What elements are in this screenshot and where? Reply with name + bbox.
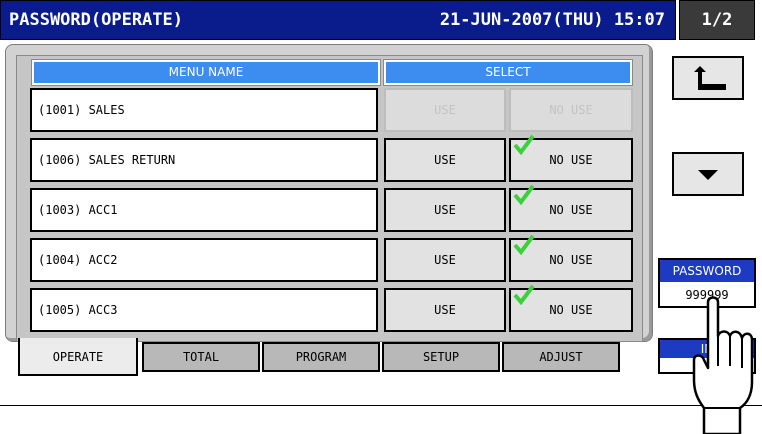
checkmark-icon — [513, 284, 535, 306]
tab-total[interactable]: TOTAL — [142, 342, 260, 372]
checkmark-icon — [513, 134, 535, 156]
no-use-button[interactable]: NO USE — [509, 184, 633, 232]
checkmark-icon — [513, 234, 535, 256]
use-button[interactable]: USE — [384, 288, 506, 332]
page-indicator: 1/2 — [679, 0, 755, 40]
use-button[interactable]: USE — [384, 88, 506, 132]
no-use-button[interactable]: NO USE — [509, 88, 633, 132]
password-label: PASSWORD — [660, 260, 754, 283]
menu-row-name: (1004) ACC2 — [30, 238, 378, 282]
column-header-select: SELECT — [384, 60, 632, 85]
menu-row-name: (1003) ACC1 — [30, 188, 378, 232]
menu-row-name: (1006) SALES RETURN — [30, 138, 378, 182]
tab-setup[interactable]: SETUP — [382, 342, 500, 372]
pointing-hand-icon — [692, 296, 754, 434]
tab-adjust[interactable]: ADJUST — [502, 342, 620, 372]
tab-program[interactable]: PROGRAM — [262, 342, 380, 372]
scroll-down-button[interactable] — [672, 152, 744, 196]
no-use-label: NO USE — [549, 303, 593, 317]
use-button[interactable]: USE — [384, 188, 506, 232]
no-use-button[interactable]: NO USE — [509, 284, 633, 332]
use-button[interactable]: USE — [384, 238, 506, 282]
no-use-label: NO USE — [549, 153, 593, 167]
title-bar: PASSWORD(OPERATE) 21-JUN-2007(THU) 15:07 — [0, 0, 676, 40]
tab-operate[interactable]: OPERATE — [18, 338, 138, 376]
divider — [0, 405, 762, 406]
no-use-label: NO USE — [549, 103, 593, 117]
screen-title: PASSWORD(OPERATE) — [9, 10, 183, 30]
menu-row-name: (1005) ACC3 — [30, 288, 378, 332]
back-button[interactable] — [672, 56, 744, 100]
no-use-label: NO USE — [549, 253, 593, 267]
down-arrow-icon — [698, 170, 718, 180]
back-arrow-icon — [694, 66, 726, 90]
no-use-button[interactable]: NO USE — [509, 134, 633, 182]
menu-row-name: (1001) SALES — [30, 88, 378, 132]
no-use-label: NO USE — [549, 203, 593, 217]
use-button[interactable]: USE — [384, 138, 506, 182]
column-header-menu-name: MENU NAME — [32, 60, 380, 85]
checkmark-icon — [513, 184, 535, 206]
date-time: 21-JUN-2007(THU) 15:07 — [439, 10, 665, 30]
no-use-button[interactable]: NO USE — [509, 234, 633, 282]
